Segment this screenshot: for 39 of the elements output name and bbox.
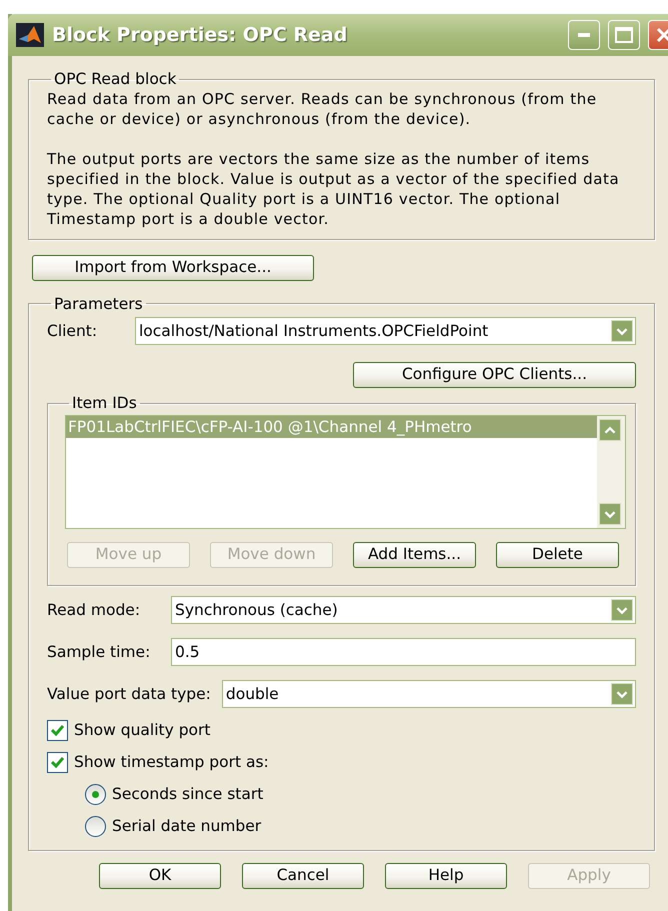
app-icon	[16, 23, 44, 47]
radio-button[interactable]	[85, 816, 106, 837]
checkbox[interactable]	[47, 752, 68, 773]
option-label: Show timestamp port as:	[74, 752, 269, 773]
input-field[interactable]: 0.5	[171, 638, 636, 666]
client-dropdown[interactable]: localhost/National Instruments.OPCFieldPoint	[135, 317, 636, 346]
description-text: Read data from an OPC server. Reads can be synchronous (from the cache or device) or asynchronous (from the device).	[47, 88, 598, 129]
check-icon	[51, 756, 64, 768]
import-button[interactable]: Import from Workspace...	[32, 254, 314, 281]
dropdown-field[interactable]: Synchronous (cache)	[171, 596, 636, 624]
dialog-button[interactable]: Help	[385, 862, 507, 889]
group-label: OPC Read block	[53, 70, 178, 89]
maximize-icon	[615, 27, 633, 43]
dropdown-field[interactable]: double	[222, 680, 636, 708]
field-label: Client:	[47, 320, 98, 342]
list-action-button[interactable]: Delete	[496, 542, 619, 568]
description-text: The output ports are vectors the same size as the number of items specified in the block. Value is output as a vector of the specified data type. The optional Quality port is a UINT16 vector. The optional Timestamp port is a double vector.	[47, 148, 620, 229]
option-label: Show quality port	[74, 720, 210, 741]
checkbox[interactable]	[47, 720, 68, 741]
option-label: Seconds since start	[112, 784, 264, 805]
list-action-button[interactable]: Add Items...	[353, 542, 476, 568]
minimize-button[interactable]	[568, 20, 600, 50]
group-label: Parameters	[53, 294, 144, 314]
check-icon	[51, 724, 64, 736]
dialog-button[interactable]: OK	[99, 862, 221, 889]
maximize-button[interactable]	[608, 20, 640, 50]
field-label: Read mode:	[47, 600, 142, 621]
dialog-button[interactable]: Cancel	[242, 862, 364, 889]
radio-button[interactable]	[85, 784, 106, 805]
scroll-up-icon[interactable]	[599, 418, 621, 441]
minimize-icon	[578, 33, 590, 37]
configure-button[interactable]: Configure OPC Clients...	[353, 362, 636, 388]
scroll-down-icon[interactable]	[599, 502, 621, 525]
group-label: Item IDs	[71, 394, 138, 413]
window-title: Block Properties: OPC Read	[52, 22, 348, 48]
field-label: Value port data type:	[47, 684, 211, 705]
field-label: Sample time:	[47, 642, 152, 663]
option-label: Serial date number	[112, 816, 262, 837]
close-icon	[656, 27, 668, 43]
